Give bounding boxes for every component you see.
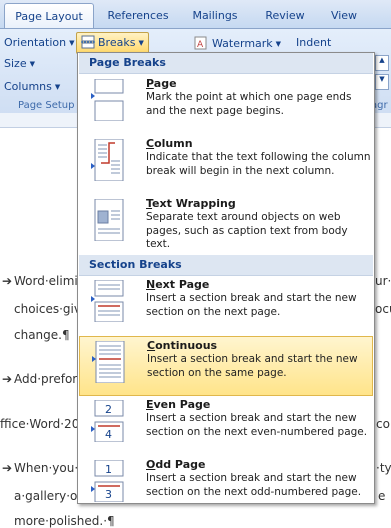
- doc-line: ffice·Word·20: [0, 417, 80, 431]
- odd-page-icon: 1 3: [91, 460, 124, 502]
- bullet-arrow: ➔: [2, 461, 13, 475]
- doc-line: ·ty: [376, 461, 391, 475]
- menu-item-next-page[interactable]: Next Page Insert a section break and sta…: [79, 276, 373, 336]
- next-page-icon: [91, 280, 124, 322]
- menu-item-page[interactable]: Page Mark the point at which one page en…: [79, 75, 373, 135]
- doc-line: change.¶: [14, 328, 70, 342]
- menu-item-description: Separate text around objects on web page…: [146, 211, 348, 250]
- watermark-icon: A: [194, 36, 207, 50]
- doc-line: more·polished.·¶: [14, 514, 115, 528]
- doc-line: e: [378, 489, 386, 503]
- menu-item-title: Page: [146, 77, 177, 90]
- chevron-down-icon: ▼: [138, 39, 144, 47]
- tab-page-layout[interactable]: Page Layout: [4, 3, 94, 28]
- svg-text:A: A: [197, 40, 204, 50]
- doc-line: choices·giv: [14, 302, 81, 316]
- menu-item-text-wrapping[interactable]: Text Wrapping Separate text around objec…: [79, 195, 373, 255]
- size-button[interactable]: Size ▼: [4, 57, 35, 70]
- tab-mailings[interactable]: Mailings: [184, 3, 246, 28]
- tab-references[interactable]: References: [100, 3, 176, 28]
- column-break-icon: [91, 139, 124, 181]
- menu-item-continuous[interactable]: Continuous Insert a section break and st…: [79, 336, 373, 396]
- doc-line: ur·: [375, 274, 391, 288]
- menu-item-description: Insert a section break and start the new…: [146, 472, 362, 498]
- odd-next-badge: 3: [105, 488, 112, 501]
- section-breaks-header: Section Breaks: [79, 255, 373, 276]
- menu-item-title: Next Page: [146, 278, 210, 291]
- breaks-label: Breaks: [98, 36, 136, 49]
- menu-item-title: Odd Page: [146, 458, 206, 471]
- spin-down-button[interactable]: ▼: [375, 74, 389, 90]
- spin-up-button[interactable]: ▲: [375, 55, 389, 71]
- menu-item-description: Mark the point at which one page ends an…: [146, 91, 352, 117]
- orientation-button[interactable]: Orientation ▼: [4, 36, 75, 49]
- doc-line: Add·prefor: [14, 372, 78, 386]
- menu-item-description: Indicate that the text following the col…: [146, 151, 371, 177]
- chevron-down-icon: ▼: [29, 60, 35, 68]
- text-wrapping-icon: [94, 199, 124, 241]
- odd-badge: 1: [105, 463, 112, 476]
- tab-view[interactable]: View: [322, 3, 366, 28]
- menu-item-title: Even Page: [146, 398, 211, 411]
- chevron-down-icon: ▼: [69, 39, 75, 47]
- breaks-button[interactable]: Breaks ▼: [76, 32, 149, 54]
- doc-line: a·gallery·o: [14, 489, 78, 503]
- menu-item-even-page[interactable]: 2 4 Even Page Insert a section break and…: [79, 396, 373, 456]
- even-badge: 2: [105, 403, 112, 416]
- chevron-down-icon: ▼: [54, 83, 61, 91]
- indent-label: Indent: [296, 36, 332, 49]
- ribbon-tab-bar: Page Layout References Mailings Review V…: [0, 0, 391, 28]
- chevron-down-icon: ▼: [275, 40, 282, 48]
- breaks-dropdown-menu: Page Breaks Page Mark the point at which…: [77, 52, 375, 504]
- doc-line: Word·elimi: [14, 274, 78, 288]
- page-setup-group-label: Page Setup: [18, 100, 75, 111]
- columns-label: Columns: [4, 80, 52, 93]
- breaks-icon: [81, 35, 95, 49]
- even-next-badge: 4: [105, 428, 112, 441]
- menu-item-column[interactable]: Column Indicate that the text following …: [79, 135, 373, 195]
- orientation-label: Orientation: [4, 36, 67, 49]
- menu-item-title: Column: [146, 137, 193, 150]
- continuous-icon: [92, 341, 125, 383]
- menu-item-description: Insert a section break and start the new…: [146, 292, 357, 318]
- doc-line: When·you·: [14, 461, 79, 475]
- bullet-arrow: ➔: [2, 274, 13, 288]
- menu-item-description: Insert a section break and start the new…: [146, 412, 368, 438]
- tab-review[interactable]: Review: [258, 3, 312, 28]
- menu-item-title: Continuous: [147, 339, 218, 352]
- page-breaks-header: Page Breaks: [79, 53, 373, 74]
- watermark-button[interactable]: A Watermark ▼: [194, 36, 281, 50]
- doc-line: co: [376, 417, 390, 431]
- menu-item-title: Text Wrapping: [146, 197, 236, 210]
- page-break-icon: [91, 79, 124, 121]
- watermark-label: Watermark: [212, 37, 273, 50]
- doc-line: ocu: [375, 302, 391, 316]
- even-page-icon: 2 4: [91, 400, 124, 442]
- menu-item-odd-page[interactable]: 1 3 Odd Page Insert a section break and …: [79, 456, 373, 516]
- size-label: Size: [4, 57, 27, 70]
- columns-button[interactable]: Columns ▼: [4, 80, 60, 93]
- menu-item-description: Insert a section break and start the new…: [147, 353, 358, 379]
- bullet-arrow: ➔: [2, 372, 13, 386]
